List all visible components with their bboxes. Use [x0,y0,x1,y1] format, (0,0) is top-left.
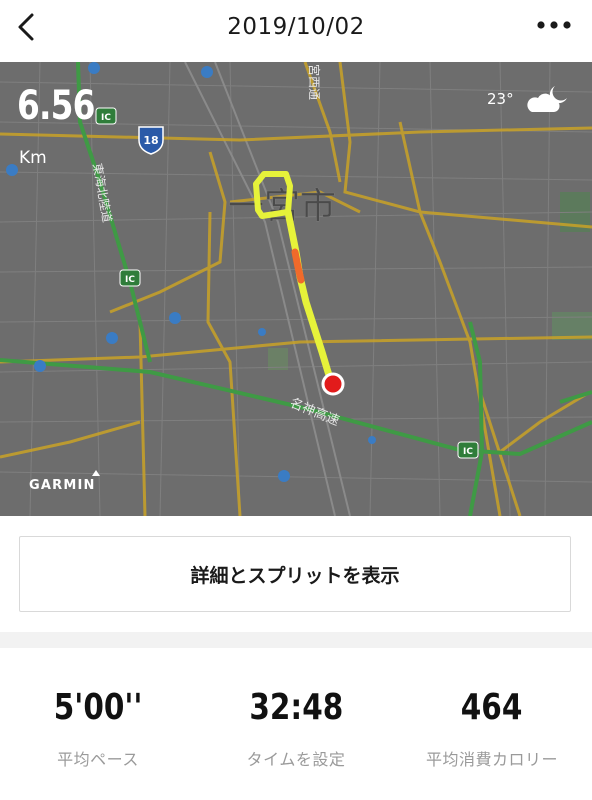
road-label-miyanishi: 宮西通 [307,64,322,100]
cloud-moon-icon [527,86,567,112]
stat-label: 平均消費カロリー [425,750,558,769]
stat-value: 32:48 [249,687,343,728]
stat-value: 464 [461,687,523,728]
city-label: 一宮市 [228,186,336,227]
svg-text:IC: IC [463,447,473,457]
svg-text:GARMIN: GARMIN [29,478,96,492]
map-canvas: 18 IC IC IC 一宮市 名神高速 東海北陸道 宮西通 [0,62,592,516]
distance-unit: Km [19,148,47,168]
distance-value: 6.56 [17,83,95,129]
temperature: 23° [487,90,514,108]
stat-label: タイムを設定 [246,750,346,769]
route-badge-18: 18 [138,126,164,155]
svg-text:18: 18 [143,134,158,147]
stat-value: 5'00'' [53,687,143,728]
svg-text:IC: IC [125,275,135,285]
more-horizontal-icon[interactable] [536,16,572,34]
stat-calories: 464 平均消費カロリー [402,690,582,770]
section-divider [0,632,592,648]
end-marker [321,372,345,396]
stat-time: 32:48 タイムを設定 [206,690,386,770]
stat-average-pace: 5'00'' 平均ペース [8,690,188,770]
svg-text:IC: IC [101,113,111,123]
stats-row: 5'00'' 平均ペース 32:48 タイムを設定 464 平均消費カロリー [0,690,592,780]
garmin-logo: GARMIN [29,470,100,492]
header-bar: 2019/10/02 [0,0,592,62]
route-map[interactable]: 18 IC IC IC 一宮市 名神高速 東海北陸道 宮西通 6.56 Km 2… [0,62,592,516]
show-details-button[interactable]: 詳細とスプリットを表示 [19,536,571,612]
page-title: 2019/10/02 [227,14,365,40]
stat-label: 平均ペース [57,750,139,769]
